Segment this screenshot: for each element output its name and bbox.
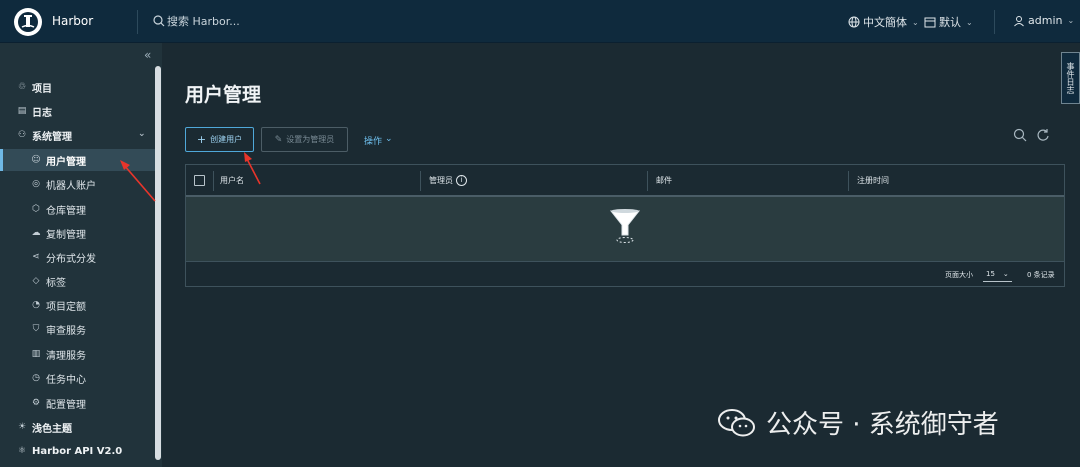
page-size-label: 页面大小 [945, 271, 973, 279]
sun-icon: ☀ [17, 422, 27, 432]
watermark: 公众号 · 系统御守者 [718, 404, 999, 441]
job-icon: ◷ [32, 373, 40, 383]
info-icon[interactable]: i [456, 174, 467, 186]
select-all-checkbox[interactable] [194, 175, 205, 186]
chevron-down-icon: ⌄ [966, 17, 973, 27]
chevron-down-icon: ⌄ [1002, 269, 1009, 278]
sidebar-item-distributions[interactable]: ⋖ 分布式分发 [0, 246, 155, 268]
tag-icon: ◇ [32, 276, 40, 286]
column-registration-time[interactable]: 注册时间 [857, 165, 889, 195]
actions-dropdown[interactable]: 操作 ⌄ [364, 134, 393, 147]
sidebar: « ♲ 项目 ▤ 日志 ⚇ 系统管理 ⌄ ☺ 用户管理 ◎ 机器人账户 ⬡ 仓库管理 ☁ 复制管… [0, 43, 162, 467]
robot-icon: ◎ [32, 179, 40, 189]
record-count: 0 条记录 [1027, 271, 1055, 279]
datagrid-footer: 页面大小 15 ⌄ 0 条记录 [186, 263, 1064, 287]
chevron-down-icon: ⌄ [912, 17, 919, 27]
chevron-down-icon: ⌄ [1067, 16, 1075, 25]
sidebar-item-labels[interactable]: ◇ 标签 [0, 270, 155, 292]
logs-icon: ▤ [17, 106, 27, 116]
header-divider [137, 10, 138, 34]
sidebar-scrollbar[interactable] [155, 66, 161, 460]
set-admin-button[interactable]: ✎ 设置为管理员 [261, 127, 348, 152]
api-icon: ⚛ [17, 446, 27, 456]
event-log-tab[interactable]: 事件日志 [1061, 52, 1080, 104]
replication-icon: ☁ [31, 228, 41, 238]
sidebar-item-api[interactable]: ⚛ Harbor API V2.0 [0, 440, 155, 462]
language-selector[interactable]: 中文簡体 ⌄ [848, 14, 919, 30]
sidebar-item-job-service[interactable]: ◷ 任务中心 [0, 367, 155, 389]
top-header: Harbor 搜索 Harbor... 中文簡体 ⌄ 默认 ⌄ admin ⌄ [0, 0, 1080, 43]
watermark-text: 公众号 · 系统御守者 [766, 410, 999, 440]
sidebar-item-robot-accounts[interactable]: ◎ 机器人账户 [0, 173, 155, 195]
header-divider [994, 10, 995, 34]
search-icon [153, 15, 165, 27]
sidebar-item-administration[interactable]: ⚇ 系统管理 ⌄ [0, 124, 155, 146]
language-label: 中文簡体 [863, 16, 907, 29]
page-title: 用户管理 [185, 84, 262, 106]
chevron-down-icon: ⌄ [385, 134, 393, 144]
calendar-icon [924, 17, 936, 28]
datetime-label: 默认 [939, 16, 961, 29]
global-search[interactable]: 搜索 Harbor... [153, 13, 240, 29]
distribution-icon: ⋖ [32, 252, 40, 262]
sidebar-item-projects[interactable]: ♲ 项目 [0, 76, 155, 98]
brand-name[interactable]: Harbor [52, 14, 93, 28]
column-email[interactable]: 邮件 [656, 165, 672, 195]
user-icon [1014, 15, 1024, 26]
page-size-select[interactable]: 15 ⌄ [983, 266, 1012, 282]
username: admin [1028, 14, 1063, 27]
edit-icon: ✎ [274, 134, 283, 145]
projects-icon: ♲ [17, 82, 27, 92]
sidebar-item-logs[interactable]: ▤ 日志 [0, 100, 155, 122]
users-datagrid: 用户名 管理员 i 邮件 注册时间 页面大小 15 ⌄ 0 条记录 [185, 164, 1065, 287]
sidebar-item-configuration[interactable]: ⚙ 配置管理 [0, 392, 155, 414]
sidebar-item-interrogation[interactable]: ⛉ 审查服务 [0, 318, 155, 340]
sidebar-item-replications[interactable]: ☁ 复制管理 [0, 222, 155, 244]
sidebar-item-quotas[interactable]: ◔ 项目定额 [0, 294, 155, 316]
sidebar-item-users[interactable]: ☺ 用户管理 [0, 149, 155, 171]
quota-icon: ◔ [32, 300, 40, 310]
search-icon[interactable] [1013, 128, 1027, 146]
plus-icon: + [196, 133, 207, 146]
refresh-icon[interactable] [1036, 128, 1050, 146]
user-menu[interactable]: admin ⌄ [1013, 14, 1074, 27]
column-divider [420, 171, 421, 191]
column-username[interactable]: 用户名 [220, 165, 244, 195]
trash-icon: ▥ [31, 349, 41, 359]
column-divider [213, 171, 214, 191]
sidebar-item-light-theme[interactable]: ☀ 浅色主题 [0, 416, 155, 438]
column-divider [848, 171, 849, 191]
search-placeholder: 搜索 Harbor... [167, 15, 240, 28]
datagrid-header: 用户名 管理员 i 邮件 注册时间 [186, 165, 1064, 197]
shield-icon: ⛉ [32, 324, 40, 334]
users-icon: ☺ [31, 155, 41, 165]
collapse-sidebar-icon[interactable]: « [144, 48, 151, 62]
empty-filter-icon [609, 209, 641, 243]
column-admin[interactable]: 管理员 i [429, 165, 467, 195]
wechat-icon [718, 408, 756, 438]
harbor-logo[interactable] [14, 8, 42, 36]
globe-icon [848, 16, 860, 28]
column-divider [647, 171, 648, 191]
admin-icon: ⚇ [17, 130, 27, 140]
registry-icon: ⬡ [32, 204, 40, 214]
create-user-button[interactable]: + 创建用户 [185, 127, 254, 152]
sidebar-item-registries[interactable]: ⬡ 仓库管理 [0, 198, 155, 220]
sidebar-item-clean-up[interactable]: ▥ 清理服务 [0, 343, 155, 365]
chevron-down-icon: ⌄ [138, 129, 146, 139]
datetime-selector[interactable]: 默认 ⌄ [924, 14, 973, 30]
datagrid-empty-body [186, 197, 1064, 262]
config-icon: ⚙ [31, 398, 41, 408]
